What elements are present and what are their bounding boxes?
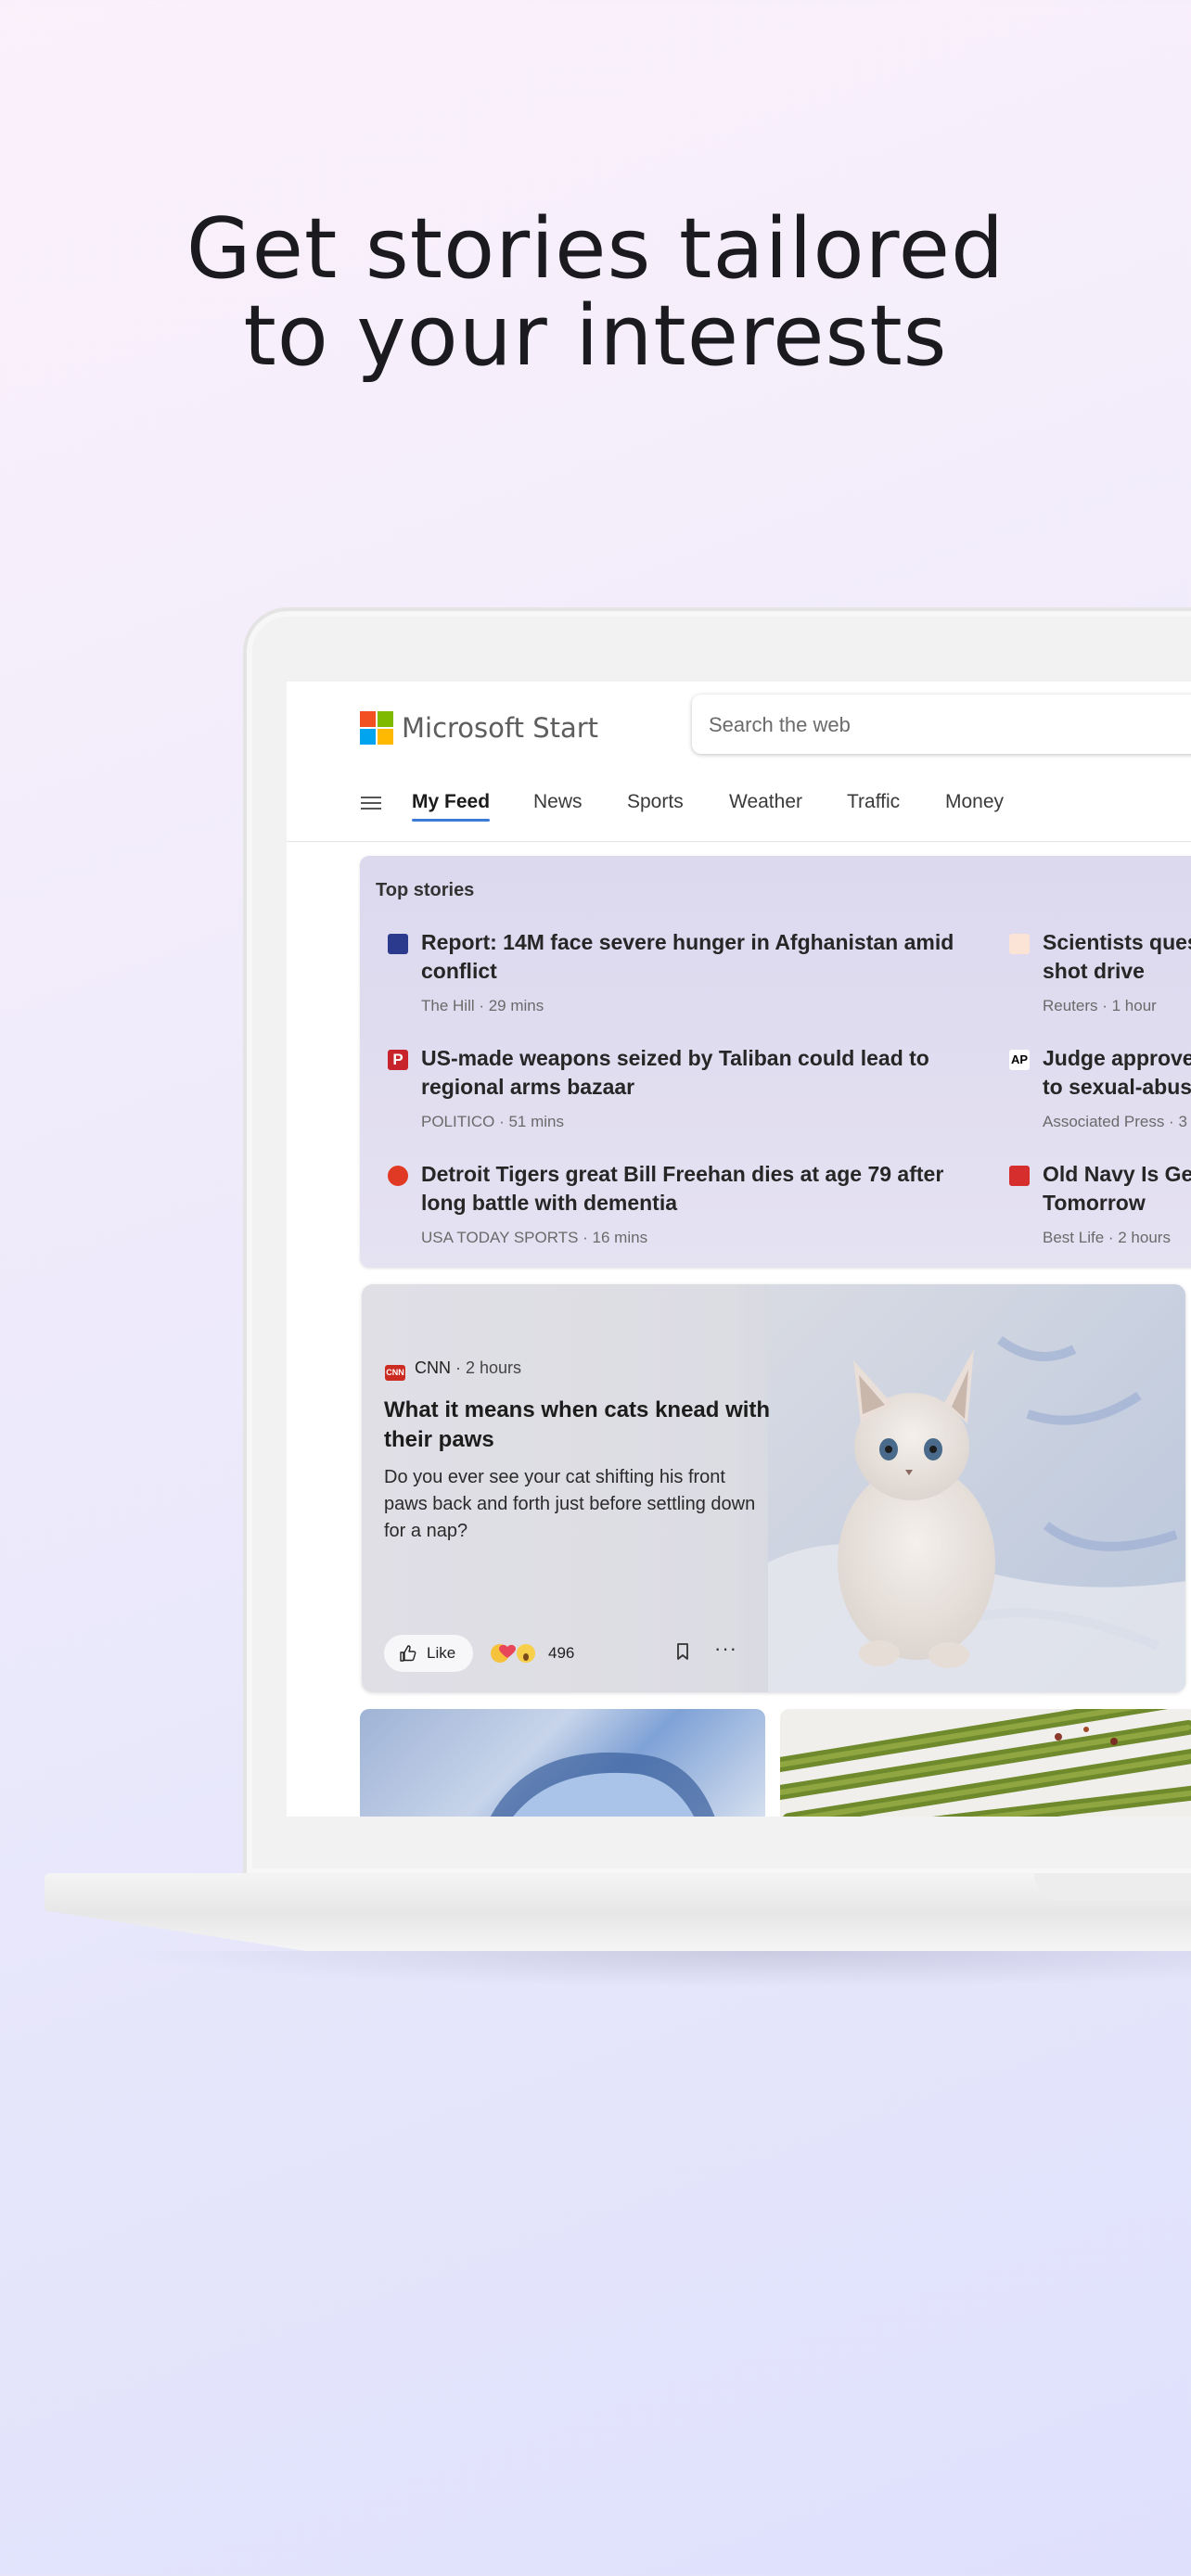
tab-sports[interactable]: Sports xyxy=(627,791,684,813)
feature-article-card[interactable]: CNN CNN · 2 hours What it means when cats… xyxy=(362,1284,1185,1692)
search-input[interactable]: Search the web xyxy=(692,695,1191,754)
tab-news[interactable]: News xyxy=(533,791,583,813)
top-stories-panel: Top stories Report: 14M face severe hung… xyxy=(360,856,1191,1268)
laptop-notch xyxy=(1034,1873,1191,1901)
story-headline: Old Navy Is Get Tomorrow xyxy=(1043,1162,1191,1215)
story-meta: USA TODAY SPORTS · 16 mins xyxy=(421,1229,648,1246)
article-thumbnail[interactable] xyxy=(780,1709,1191,1817)
article-source[interactable]: CNN CNN · 2 hours xyxy=(385,1358,521,1381)
bookmark-icon[interactable] xyxy=(675,1642,690,1661)
menu-icon[interactable] xyxy=(361,797,381,810)
story-headline: Scientists quest shot drive xyxy=(1043,930,1191,983)
the-hill-icon xyxy=(388,934,408,954)
tab-money[interactable]: Money xyxy=(945,791,1004,813)
story-meta: The Hill · 29 mins xyxy=(421,997,544,1014)
browser-screen: Microsoft Start Search the web My Feed N… xyxy=(287,682,1191,1817)
hero-headline-line2: to your interests xyxy=(243,287,948,385)
story-headline: Judge approves to sexual-abuse xyxy=(1043,1046,1191,1099)
hero-headline: Get stories tailored to your interests xyxy=(0,206,1191,380)
laptop-shadow xyxy=(111,1951,1191,1988)
story-headline: Report: 14M face severe hunger in Afghan… xyxy=(421,930,954,983)
more-options-icon[interactable]: ··· xyxy=(714,1637,737,1661)
politico-icon: P xyxy=(388,1050,408,1070)
reaction-count: 496 xyxy=(548,1644,575,1662)
reactions-icon xyxy=(491,1644,535,1663)
cnn-logo-icon: CNN xyxy=(385,1365,405,1381)
hero-headline-line1: Get stories tailored xyxy=(186,200,1005,298)
story-meta: Associated Press · 3 h xyxy=(1043,1113,1191,1130)
like-button[interactable]: Like xyxy=(384,1635,473,1672)
ap-icon: AP xyxy=(1009,1050,1030,1070)
story-meta: Best Life · 2 hours xyxy=(1043,1229,1171,1246)
story-headline: US-made weapons seized by Taliban could … xyxy=(421,1046,929,1099)
article-title[interactable]: What it means when cats knead with their… xyxy=(384,1396,774,1455)
article-description: Do you ever see your cat shifting his fr… xyxy=(384,1467,756,1541)
best-life-icon xyxy=(1009,1166,1030,1186)
search-placeholder: Search the web xyxy=(709,713,851,736)
story-meta: Reuters · 1 hour xyxy=(1043,997,1157,1014)
tab-traffic[interactable]: Traffic xyxy=(847,791,900,813)
story-meta: POLITICO · 51 mins xyxy=(421,1113,564,1130)
article-thumbnail[interactable] xyxy=(360,1709,765,1817)
asparagus-photo xyxy=(780,1709,1191,1817)
microsoft-logo-icon[interactable] xyxy=(360,711,393,745)
top-stories-title: Top stories xyxy=(376,880,475,900)
medical-photo xyxy=(490,1753,715,1817)
tab-my-feed[interactable]: My Feed xyxy=(412,791,491,822)
tab-weather[interactable]: Weather xyxy=(729,791,802,813)
reuters-icon xyxy=(1009,934,1030,954)
thumbs-up-icon xyxy=(400,1645,416,1662)
laptop-base-edge xyxy=(56,1912,1191,1951)
usa-today-icon xyxy=(388,1166,408,1186)
brand-name[interactable]: Microsoft Start xyxy=(402,711,598,745)
kitten-photo xyxy=(768,1284,1185,1692)
story-headline: Detroit Tigers great Bill Freehan dies a… xyxy=(421,1162,944,1215)
header-divider xyxy=(287,841,1191,842)
laptop-base xyxy=(45,1873,1191,1912)
